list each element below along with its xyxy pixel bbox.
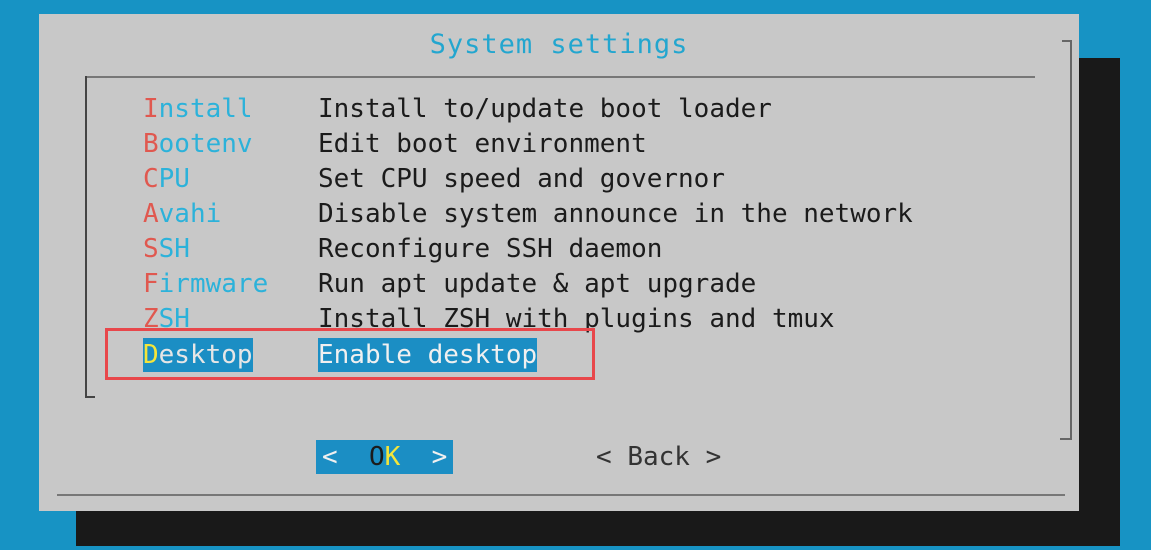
dialog-frame-corner — [1060, 438, 1072, 440]
selection-highlight-outline — [105, 328, 595, 380]
menu-item-ssh[interactable]: SSH Reconfigure SSH daemon — [143, 232, 662, 266]
system-settings-dialog: System settings Install Install to/updat… — [39, 14, 1079, 511]
menu-item-description: Run apt update & apt upgrade — [318, 269, 757, 299]
menu-frame-corner — [85, 396, 95, 398]
menu-item-tag: Firmware — [143, 269, 269, 299]
menu-frame-top — [85, 76, 1035, 78]
menu-item-tag: CPU — [143, 164, 190, 194]
hotkey-letter: K — [384, 442, 401, 472]
menu-item-tag: Install — [143, 94, 253, 124]
hotkey-letter: F — [143, 269, 159, 299]
dialog-frame-corner — [1062, 40, 1072, 42]
menu-item-cpu[interactable]: CPU Set CPU speed and governor — [143, 162, 725, 196]
menu-item-bootenv[interactable]: Bootenv Edit boot environment — [143, 127, 647, 161]
dialog-frame-bottom — [57, 494, 1065, 496]
hotkey-letter: S — [143, 234, 159, 264]
menu-frame-left — [85, 76, 87, 398]
hotkey-letter: B — [143, 129, 159, 159]
back-button[interactable]: < Back > — [596, 440, 721, 474]
menu-item-description: Disable system announce in the network — [318, 199, 913, 229]
dialog-frame-right — [1070, 40, 1072, 440]
menu-item-tag: Avahi — [143, 199, 222, 229]
menu-item-description: Edit boot environment — [318, 129, 647, 159]
menu-item-tag: Bootenv — [143, 129, 253, 159]
menu-item-firmware[interactable]: Firmware Run apt update & apt upgrade — [143, 267, 756, 301]
menu-item-description: Set CPU speed and governor — [318, 164, 725, 194]
menu-item-description: Install to/update boot loader — [318, 94, 772, 124]
hotkey-letter: I — [143, 94, 159, 124]
ok-button[interactable]: < OK > — [316, 440, 454, 474]
menu-item-tag: SSH — [143, 234, 190, 264]
menu-item-avahi[interactable]: Avahi Disable system announce in the net… — [143, 197, 913, 231]
dialog-title: System settings — [429, 29, 689, 60]
menu-item-description: Reconfigure SSH daemon — [318, 234, 663, 264]
hotkey-letter: A — [143, 199, 159, 229]
menu-item-install[interactable]: Install Install to/update boot loader — [143, 92, 772, 126]
hotkey-letter: C — [143, 164, 159, 194]
